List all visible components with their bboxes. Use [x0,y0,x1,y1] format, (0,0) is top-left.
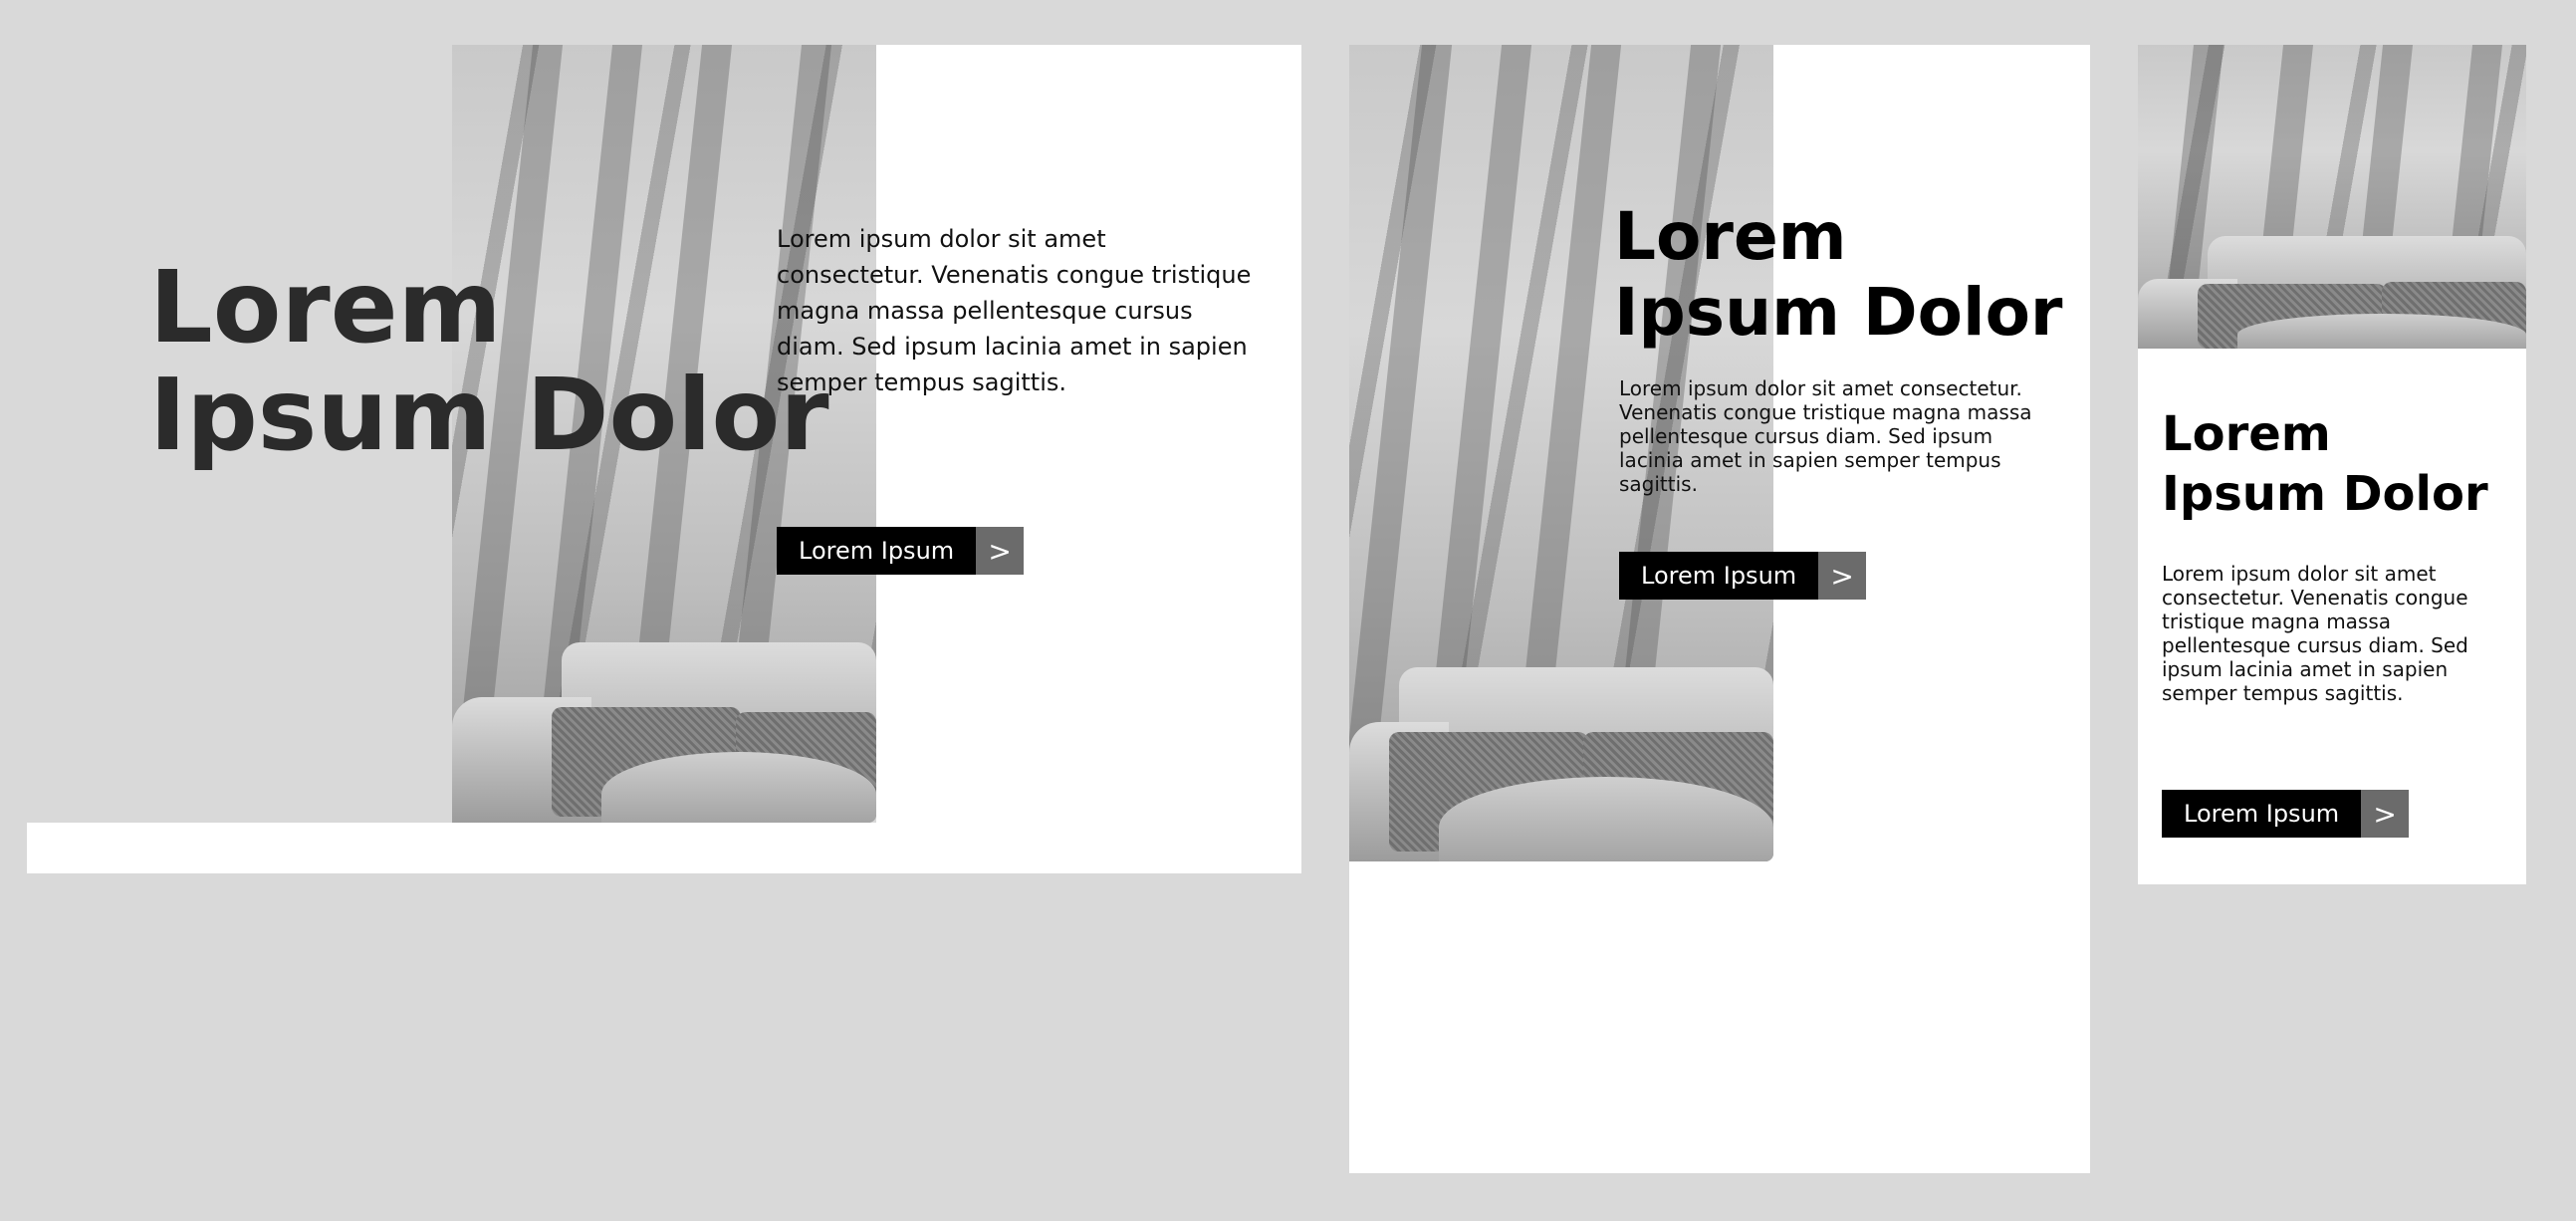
headline-line1: Lorem [1614,198,1847,275]
cta-button-label: Lorem Ipsum [1619,552,1819,600]
hero-desktop-content-panel [876,45,1301,873]
cta-button-label: Lorem Ipsum [777,527,977,575]
body-text: Lorem ipsum dolor sit amet consectetur. … [2162,562,2468,705]
page-title: Lorem Ipsum Dolor [1614,199,2062,351]
hero-desktop-bottom-strip [27,823,1301,873]
room-photo [2138,45,2526,349]
cta-button[interactable]: Lorem Ipsum > [2162,790,2410,838]
headline-line2: Ipsum Dolor [2162,466,2488,522]
cta-button[interactable]: Lorem Ipsum > [777,527,1025,575]
arrow-right-icon: > [2361,790,2410,838]
page-title: Lorem Ipsum Dolor [2162,404,2488,524]
body-text: Lorem ipsum dolor sit amet consectetur. … [777,225,1252,396]
headline-line2: Ipsum Dolor [1614,274,2063,351]
headline-line2: Ipsum Dolor [149,357,829,473]
headline-line1: Lorem [149,249,502,366]
arrow-right-icon: > [1818,552,1867,600]
cta-button-label: Lorem Ipsum [2162,790,2362,838]
cta-button[interactable]: Lorem Ipsum > [1619,552,1867,600]
arrow-right-icon: > [976,527,1025,575]
headline-line1: Lorem [2162,406,2331,462]
body-text: Lorem ipsum dolor sit amet consectetur. … [1619,376,2032,496]
page-title: Lorem Ipsum Dolor [149,254,829,469]
